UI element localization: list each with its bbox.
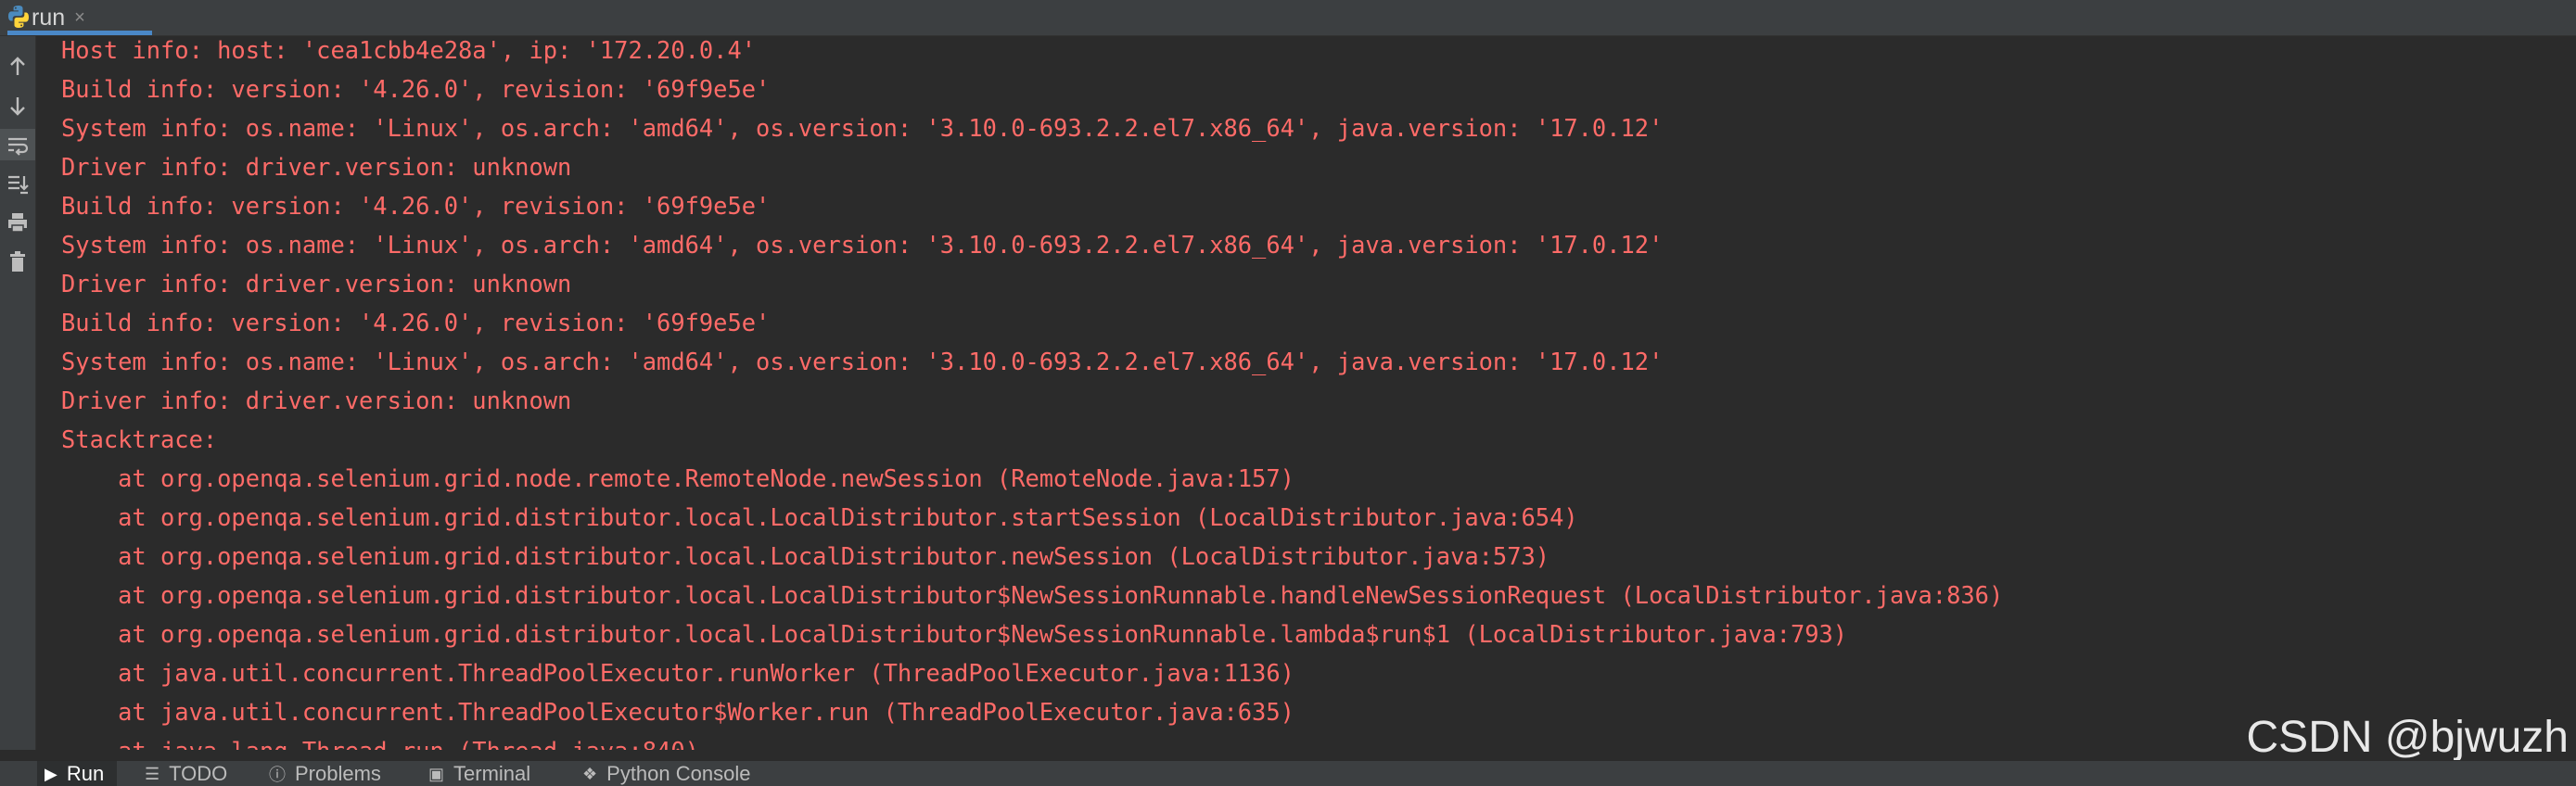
scroll-up-button[interactable] bbox=[0, 51, 35, 82]
tab-todo[interactable]: ☰ TODO bbox=[145, 761, 227, 786]
console-line: Build info: version: '4.26.0', revision:… bbox=[61, 309, 771, 336]
console-line: at java.lang.Thread.run (Thread.java:840… bbox=[61, 736, 699, 750]
python-icon: ❖ bbox=[582, 764, 598, 783]
soft-wrap-icon bbox=[8, 137, 29, 156]
scroll-down-button[interactable] bbox=[0, 90, 35, 121]
arrow-up-icon bbox=[10, 57, 25, 75]
console-line: Driver info: driver.version: unknown bbox=[61, 270, 572, 298]
clear-console-button[interactable] bbox=[0, 246, 35, 277]
console-line: Build info: version: '4.26.0', revision:… bbox=[61, 75, 771, 103]
console-line: at org.openqa.selenium.grid.node.remote.… bbox=[61, 464, 1294, 492]
console-line: Host info: host: 'cea1cbb4e28a', ip: '17… bbox=[61, 36, 757, 64]
trash-icon bbox=[10, 251, 25, 272]
csdn-watermark: CSDN @bjwuzh bbox=[2246, 713, 2569, 762]
tab-label: Python Console bbox=[606, 762, 751, 785]
scroll-to-end-button[interactable] bbox=[0, 168, 35, 199]
console-toolbar bbox=[0, 36, 36, 750]
console-output[interactable]: Host info: host: 'cea1cbb4e28a', ip: '17… bbox=[37, 36, 2576, 750]
console-line: Driver info: driver.version: unknown bbox=[61, 387, 572, 414]
console-line: at java.util.concurrent.ThreadPoolExecut… bbox=[61, 659, 1294, 687]
print-button[interactable] bbox=[0, 207, 35, 238]
console-line: at org.openqa.selenium.grid.distributor.… bbox=[61, 620, 1848, 648]
console-line: System info: os.name: 'Linux', os.arch: … bbox=[61, 231, 1664, 259]
console-line: Stacktrace: bbox=[61, 425, 218, 453]
scroll-to-end-icon bbox=[8, 175, 29, 195]
ide-run-window: run × Host info: host: 'cea1cbb4e28a', i… bbox=[0, 0, 2576, 786]
tool-window-bar: ▶ Run ☰ TODO ⓘ Problems ▣ Terminal ❖ Pyt… bbox=[0, 760, 2576, 786]
tab-run-tool[interactable]: ▶ Run bbox=[37, 761, 118, 786]
close-icon[interactable]: × bbox=[74, 7, 85, 29]
console-line: at org.openqa.selenium.grid.distributor.… bbox=[61, 581, 2004, 609]
tab-run[interactable]: run × bbox=[0, 0, 152, 35]
console-line: Driver info: driver.version: unknown bbox=[61, 153, 572, 181]
run-tab-bar: run × bbox=[0, 0, 2576, 36]
tab-label: Run bbox=[66, 762, 105, 785]
tab-label: Problems bbox=[295, 762, 381, 785]
tab-run-label: run bbox=[32, 4, 66, 31]
python-icon bbox=[8, 6, 29, 28]
printer-icon bbox=[8, 213, 27, 233]
tab-problems[interactable]: ⓘ Problems bbox=[269, 761, 381, 786]
console-line: at org.openqa.selenium.grid.distributor.… bbox=[61, 503, 1578, 531]
tab-python-console[interactable]: ❖ Python Console bbox=[582, 761, 750, 786]
tab-terminal[interactable]: ▣ Terminal bbox=[428, 761, 530, 786]
console-line: System info: os.name: 'Linux', os.arch: … bbox=[61, 348, 1664, 375]
arrow-down-icon bbox=[10, 97, 25, 116]
terminal-icon: ▣ bbox=[428, 764, 445, 783]
console-line: Build info: version: '4.26.0', revision:… bbox=[61, 192, 771, 220]
console-line: at org.openqa.selenium.grid.distributor.… bbox=[61, 542, 1550, 570]
tab-label: Terminal bbox=[453, 762, 531, 785]
console-line: at java.util.concurrent.ThreadPoolExecut… bbox=[61, 698, 1294, 726]
console-line: System info: os.name: 'Linux', os.arch: … bbox=[61, 114, 1664, 142]
list-icon: ☰ bbox=[145, 764, 160, 783]
play-icon: ▶ bbox=[45, 764, 57, 783]
info-icon: ⓘ bbox=[269, 766, 286, 784]
tab-label: TODO bbox=[169, 762, 228, 785]
soft-wrap-button[interactable] bbox=[0, 129, 35, 160]
active-tab-indicator bbox=[7, 31, 152, 35]
